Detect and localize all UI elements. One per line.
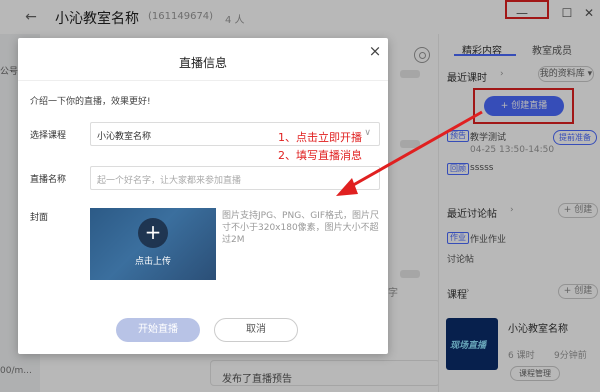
annotation-step1: 1、点击立即开播 (278, 131, 362, 144)
chevron-down-icon: ∨ (364, 128, 371, 138)
cover-hint: 图片支持JPG、PNG、GIF格式，图片尺寸不小于320x180像素，图片大小不… (222, 211, 379, 245)
course-select-value: 小沁教室名称 (97, 132, 152, 142)
dialog-intro: 介绍一下你的直播，效果更好! (30, 97, 151, 107)
dialog-divider (18, 80, 388, 81)
live-name-label: 直播名称 (30, 175, 67, 185)
dialog-title: 直播信息 (178, 56, 227, 70)
live-info-dialog: 直播信息 × 介绍一下你的直播，效果更好! 选择课程 小沁教室名称 ∨ 直播名称… (18, 38, 388, 354)
cancel-button[interactable]: 取消 (214, 318, 298, 342)
cover-upload-area[interactable]: + 点击上传 (90, 208, 216, 280)
close-icon[interactable]: × (368, 44, 382, 59)
course-label: 选择课程 (30, 131, 67, 141)
annotation-step2: 2、填写直播消息 (278, 149, 362, 162)
cover-label: 封面 (30, 213, 49, 223)
cover-upload-label: 点击上传 (134, 257, 171, 267)
live-name-placeholder: 起一个好名字，让大家都来参加直播 (97, 176, 242, 186)
live-name-input[interactable]: 起一个好名字，让大家都来参加直播 (90, 166, 380, 190)
plus-icon: + (138, 218, 168, 248)
start-live-button[interactable]: 开始直播 (116, 318, 200, 342)
